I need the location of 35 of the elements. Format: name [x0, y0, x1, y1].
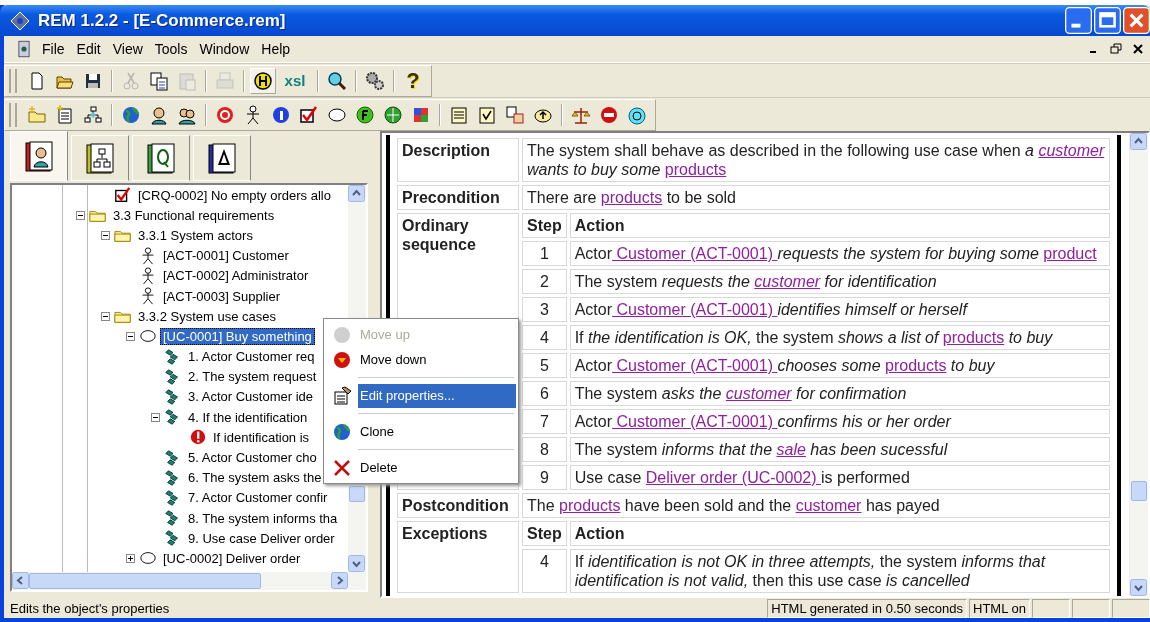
action-text: If identification is not OK in three attempts, the system informs that identification is not valid, then this use case is cancelled: [574, 553, 1046, 589]
status-panel: HTML on: [969, 598, 1030, 618]
row-heading: Exceptions: [397, 521, 519, 593]
row-heading: Postcondition: [397, 493, 519, 518]
step-number: 7: [522, 409, 567, 434]
step-number: 6: [522, 381, 567, 406]
row-heading: Precondition: [397, 185, 519, 210]
action-text: If the identification is OK, the system shows a list of products to buy: [574, 329, 1053, 346]
column-header: Action: [569, 521, 1110, 546]
status-panel: HTML generated in 0.50 seconds: [767, 598, 967, 618]
row-heading: Description: [397, 138, 519, 182]
action-text: Actor Customer (ACT-0001) identifies himself or herself: [574, 301, 967, 318]
step-number: 4: [522, 325, 567, 350]
column-header: Step: [522, 521, 567, 546]
column-header: Step: [522, 213, 567, 238]
action-text: The system informs that the sale has been sucessful: [574, 441, 948, 458]
action-text: The system requests the customer for identification: [574, 273, 937, 290]
column-header: Action: [569, 213, 1110, 238]
window-title: REM 1.2.2 - [E-Commerce.rem]: [38, 10, 286, 31]
status-text: Edits the object's properties: [10, 600, 171, 616]
action-text: Actor Customer (ACT-0001) requests the system for buying some product: [574, 245, 1097, 262]
cell-text: The products have been sold and the customer has payed: [527, 497, 940, 514]
cell-text: There are products to be sold: [527, 189, 736, 206]
action-text: Use case Deliver order (UC-0002) is performed: [574, 469, 910, 486]
action-text: Actor Customer (ACT-0001) confirms his or her order: [574, 413, 951, 430]
step-number: 3: [522, 297, 567, 322]
step-number: 8: [522, 437, 567, 462]
cell-text: The system shall behave as described in the following use case when a customer wants to buy some products: [527, 142, 1105, 178]
action-text: The system asks the customer for confirmation: [574, 385, 907, 402]
step-number: 1: [522, 241, 567, 266]
step-number: 4: [522, 549, 567, 593]
step-number: 2: [522, 269, 567, 294]
action-text: Actor Customer (ACT-0001) chooses some products to buy: [574, 357, 995, 374]
step-number: 5: [522, 353, 567, 378]
step-number: 9: [522, 465, 567, 490]
